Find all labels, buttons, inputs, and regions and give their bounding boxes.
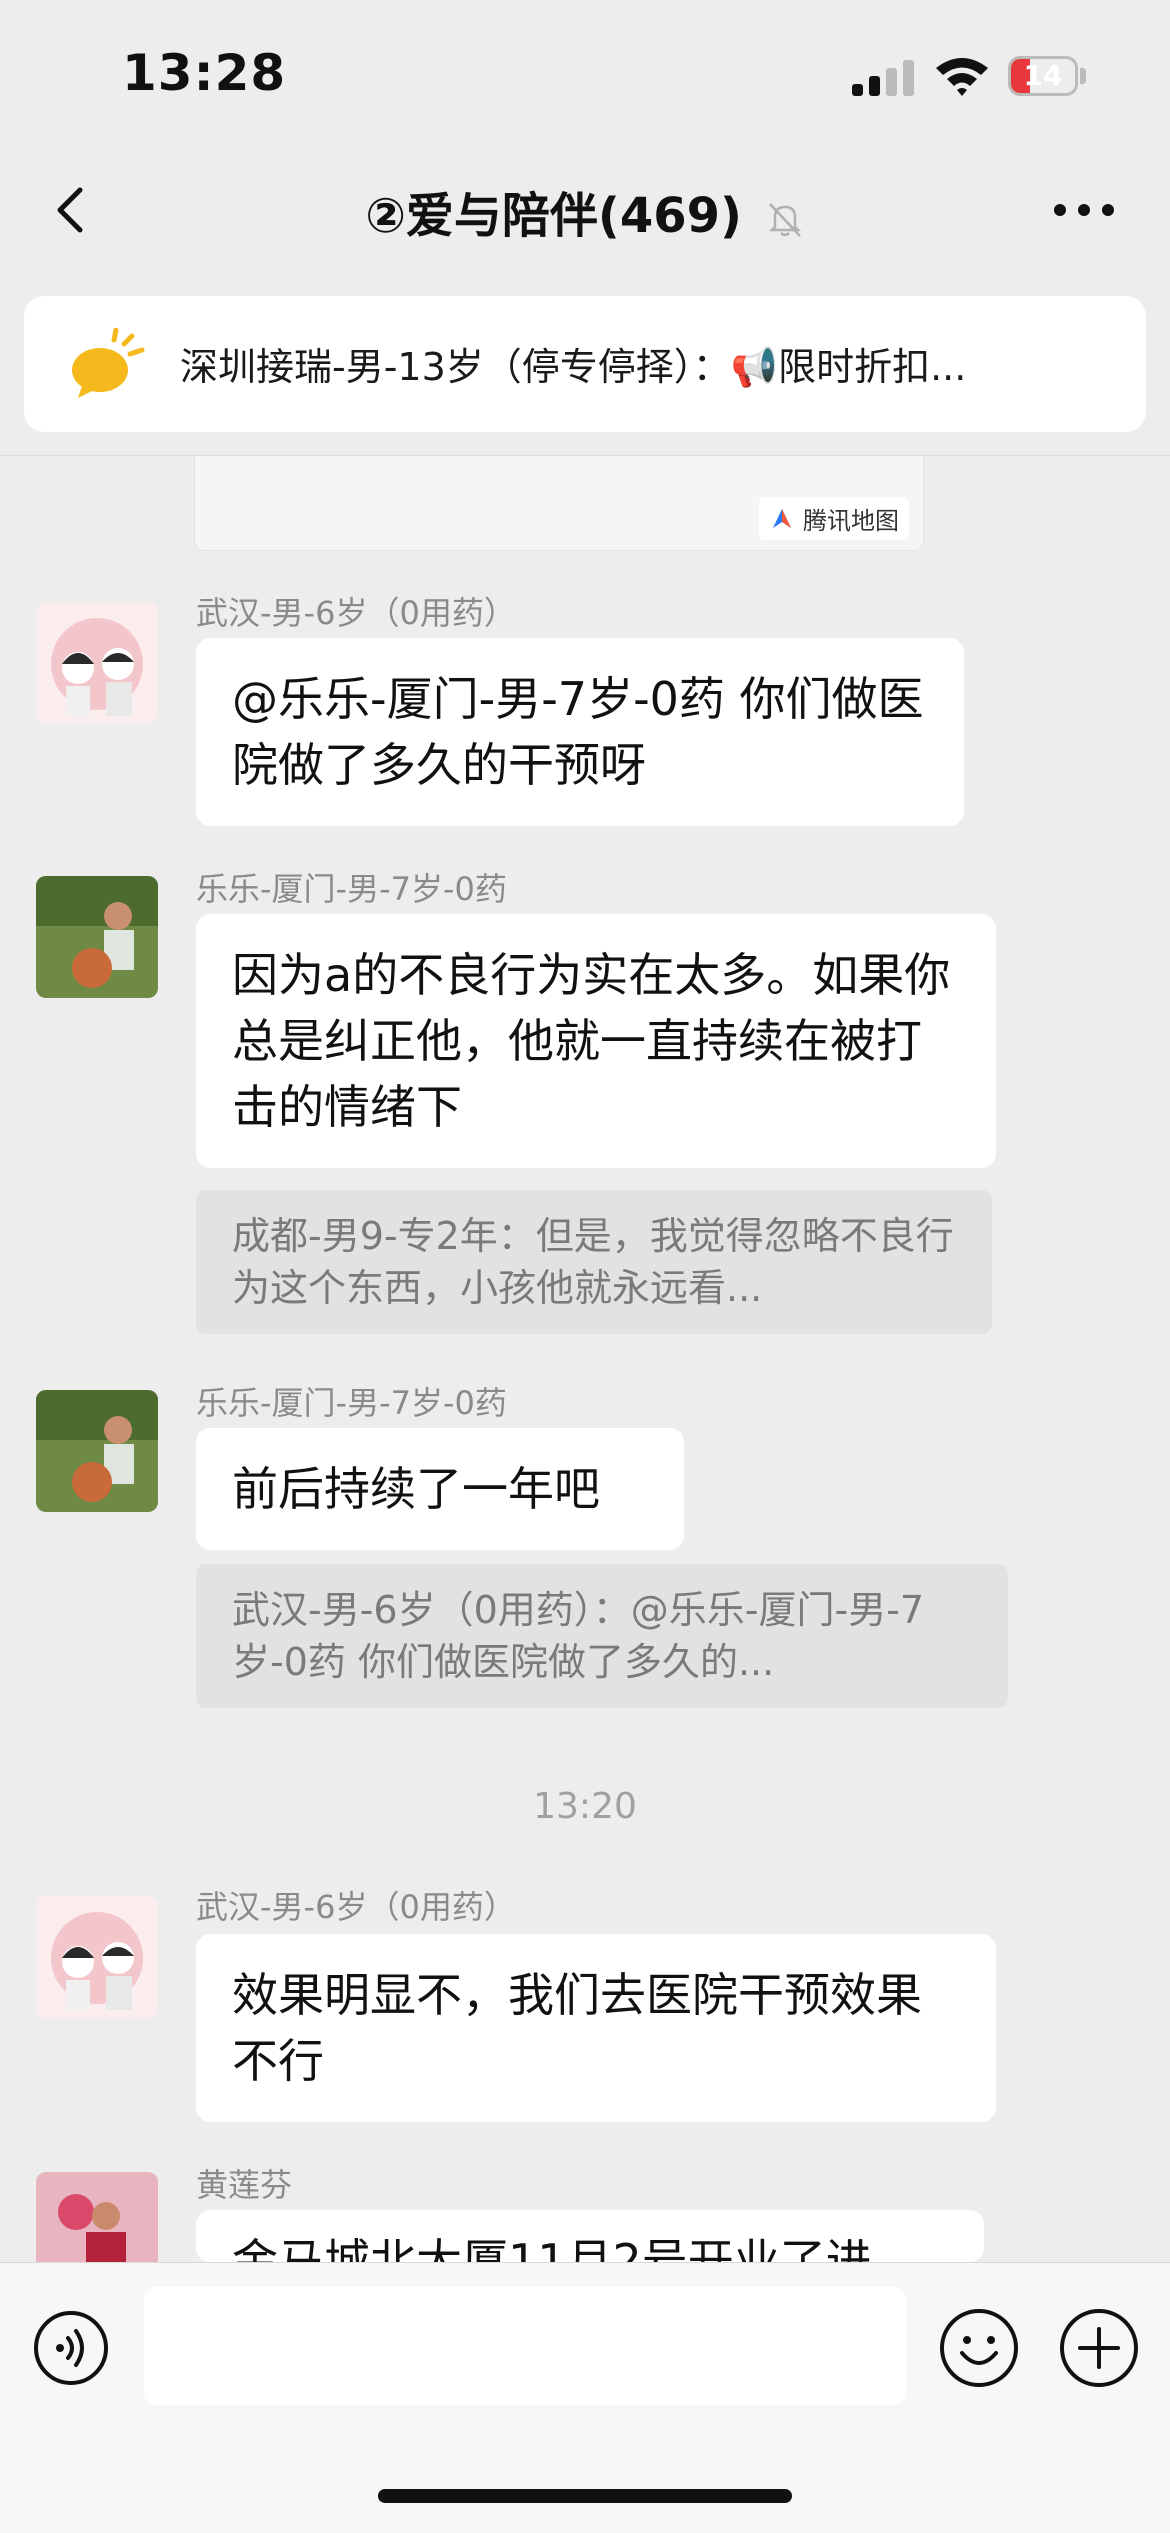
status-bar: 13:28 14 (0, 0, 1170, 150)
battery-icon: 14 (1008, 56, 1078, 96)
pinned-announcement[interactable]: 深圳接瑞-男-13岁（停专停择）：📢限时折扣... (24, 296, 1146, 432)
announcement-bubble-icon (72, 328, 145, 398)
avatar[interactable] (36, 602, 158, 724)
battery-level: 14 (1023, 59, 1063, 92)
status-time: 13:28 (122, 44, 287, 102)
battery-tip (1080, 68, 1086, 84)
chat-title-text: ②爱与陪伴(469) (365, 188, 742, 244)
message-sender: 武汉-男-6岁（0用药） (196, 1888, 516, 1926)
pinned-text: 深圳接瑞-男-13岁（停专停择）：📢限时折扣... (180, 345, 967, 389)
chat-title[interactable]: ②爱与陪伴(469) (0, 176, 1170, 246)
message-bubble[interactable]: 效果明显不，我们去医院干预效果不行 (196, 1934, 996, 2122)
wifi-icon (936, 58, 988, 96)
bell-off-icon (768, 203, 801, 237)
map-label: 腾讯地图 (803, 507, 899, 535)
tencent-map-logo-icon (773, 508, 791, 528)
avatar[interactable] (36, 1390, 158, 1512)
avatar[interactable] (36, 1896, 158, 2018)
message-sender: 乐乐-厦门-男-7岁-0药 (196, 870, 507, 908)
quoted-message[interactable]: 成都-男9-专2年：但是，我觉得忽略不良行为这个东西，小孩他就永远看... (196, 1190, 992, 1334)
quoted-message[interactable]: 武汉-男-6岁（0用药）：@乐乐-厦门-男-7岁-0药 你们做医院做了多久的..… (196, 1564, 1008, 1708)
voice-input-icon[interactable] (32, 2309, 110, 2387)
message-sender: 乐乐-厦门-男-7岁-0药 (196, 1384, 507, 1422)
message-sender: 黄莲芬 (196, 2166, 293, 2204)
plus-icon[interactable] (1058, 2307, 1140, 2389)
avatar[interactable] (36, 876, 158, 998)
map-attribution: 腾讯地图 (759, 497, 909, 540)
location-card[interactable]: 腾讯地图 (194, 456, 924, 551)
chat-timestamp: 13:20 (533, 1786, 637, 1827)
nav-bar: ②爱与陪伴(469) (0, 150, 1170, 270)
emoji-icon[interactable] (938, 2307, 1020, 2389)
message-bubble[interactable]: 因为a的不良行为实在太多。如果你总是纠正他，他就一直持续在被打击的情绪下 (196, 914, 996, 1168)
home-indicator (378, 2489, 792, 2503)
cellular-signal-icon (852, 60, 916, 96)
message-input[interactable] (144, 2287, 906, 2405)
message-bubble[interactable]: @乐乐-厦门-男-7岁-0药 你们做医院做了多久的干预呀 (196, 638, 964, 826)
more-dots-icon[interactable] (1054, 198, 1114, 218)
message-bubble[interactable]: 前后持续了一年吧 (196, 1428, 684, 1550)
message-bubble[interactable]: 金马城北大厦11月2号开业了进 (196, 2210, 984, 2262)
input-bar (0, 2262, 1170, 2533)
message-sender: 武汉-男-6岁（0用药） (196, 594, 516, 632)
